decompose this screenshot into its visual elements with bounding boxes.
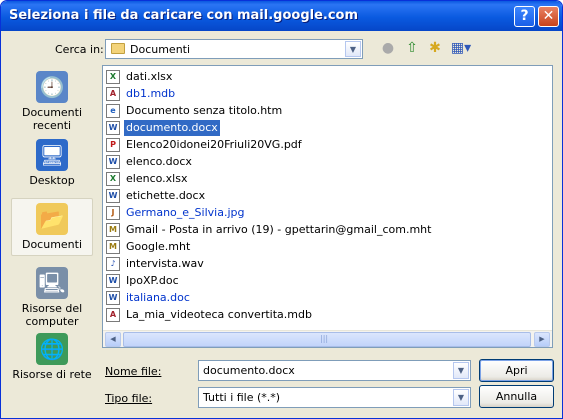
file-list[interactable]: Xdati.xlsx Adb1.mdb e Documento senza tit… (102, 65, 553, 348)
place-recent-label: Documenti recenti (21, 106, 83, 132)
scroll-left-icon[interactable]: ◀ (105, 332, 121, 347)
desktop-icon: 🖥 (36, 139, 68, 171)
file-name: Documento senza titolo.htm (126, 104, 283, 117)
window-title: Seleziona i file da caricare con mail.go… (9, 8, 359, 23)
look-in-combo[interactable]: Documenti ▼ (105, 39, 363, 59)
scroll-thumb[interactable]: ||| (123, 332, 531, 347)
scroll-grip: ||| (320, 334, 329, 343)
file-name: intervista.wav (126, 257, 204, 270)
file-type-select[interactable]: Tutti i file (*.*) ▼ (198, 387, 471, 408)
place-desktop[interactable]: 🖥 Desktop (11, 135, 93, 187)
file-name: elenco.docx (126, 155, 192, 168)
chevron-down-icon[interactable]: ▼ (345, 41, 361, 57)
file-dialog: Seleziona i file da caricare con mail.go… (0, 0, 563, 419)
new-folder-icon[interactable]: ✱ (426, 39, 444, 57)
html-file-icon: e (106, 104, 120, 118)
excel-file-icon: X (106, 172, 120, 186)
word-file-icon: W (106, 189, 120, 203)
close-button[interactable]: ✕ (538, 6, 559, 27)
places-bar: 🕘 Documenti recenti 🖥 Desktop 📂 Document… (9, 63, 95, 381)
horizontal-scrollbar[interactable]: ◀ ||| ▶ (103, 330, 552, 347)
my-computer-icon: 🖳 (36, 267, 68, 299)
file-name: Google.mht (126, 240, 191, 253)
access-file-icon: A (106, 308, 120, 322)
place-network-label: Risorse di rete (12, 368, 92, 381)
place-computer[interactable]: 🖳 Risorse del computer (11, 263, 93, 328)
mht-file-icon: M (106, 240, 120, 254)
word-file-icon: W (106, 121, 120, 135)
file-type-label: Tipo file: (105, 392, 153, 405)
back-icon[interactable]: ● (379, 39, 397, 57)
file-name: elenco.xlsx (126, 172, 188, 185)
place-documents[interactable]: 📂 Documenti (11, 198, 93, 256)
file-name: IpoXP.doc (126, 274, 179, 287)
open-button[interactable]: Apri (479, 359, 554, 382)
file-name: Elenco20idonei20Friuli20VG.pdf (126, 138, 302, 151)
file-name: db1.mdb (126, 87, 176, 100)
file-name-label: Nome file: (105, 365, 162, 378)
views-menu-icon[interactable]: ▦▾ (449, 39, 473, 57)
up-folder-icon[interactable]: ⇧ (403, 39, 421, 57)
access-file-icon: A (106, 87, 120, 101)
place-computer-label: Risorse del computer (21, 302, 83, 328)
file-name: La_mia_videoteca convertita.mdb (126, 308, 312, 321)
file-name: Gmail - Posta in arrivo (19) - gpettarin… (126, 223, 432, 236)
cancel-button[interactable]: Annulla (479, 385, 554, 408)
chevron-down-icon[interactable]: ▼ (453, 389, 469, 406)
audio-file-icon: ♪ (106, 257, 120, 271)
word-file-icon: W (106, 274, 120, 288)
file-name: italiana.doc (126, 291, 190, 304)
documents-folder-icon: 📂 (36, 203, 68, 235)
mht-file-icon: M (106, 223, 120, 237)
help-button[interactable]: ? (514, 6, 535, 27)
look-in-value: Documenti (130, 43, 191, 56)
image-file-icon: J (106, 206, 120, 220)
chevron-down-icon[interactable]: ▼ (453, 362, 469, 379)
scroll-right-icon[interactable]: ▶ (534, 332, 550, 347)
place-desktop-label: Desktop (29, 174, 75, 187)
file-type-value: Tutti i file (*.*) (203, 391, 281, 404)
file-name: Germano_e_Silvia.jpg (126, 206, 245, 219)
excel-file-icon: X (106, 70, 120, 84)
pdf-file-icon: P (106, 138, 120, 152)
folder-icon (111, 43, 125, 54)
file-name-field[interactable]: documento.docx ▼ (198, 360, 471, 381)
place-network[interactable]: 🌐 Risorse di rete (11, 329, 93, 381)
place-documents-label: Documenti (21, 238, 83, 251)
look-in-label: Cerca in: (55, 43, 104, 56)
word-file-icon: W (106, 291, 120, 305)
file-name: etichette.docx (126, 189, 206, 202)
title-bar: Seleziona i file da caricare con mail.go… (1, 1, 562, 31)
word-file-icon: W (106, 155, 120, 169)
place-recent[interactable]: 🕘 Documenti recenti (11, 67, 93, 132)
file-name-value: documento.docx (203, 364, 295, 377)
file-name: documento.docx (124, 120, 220, 136)
recent-documents-icon: 🕘 (36, 71, 68, 103)
file-name: dati.xlsx (126, 70, 173, 83)
network-icon: 🌐 (36, 333, 68, 365)
